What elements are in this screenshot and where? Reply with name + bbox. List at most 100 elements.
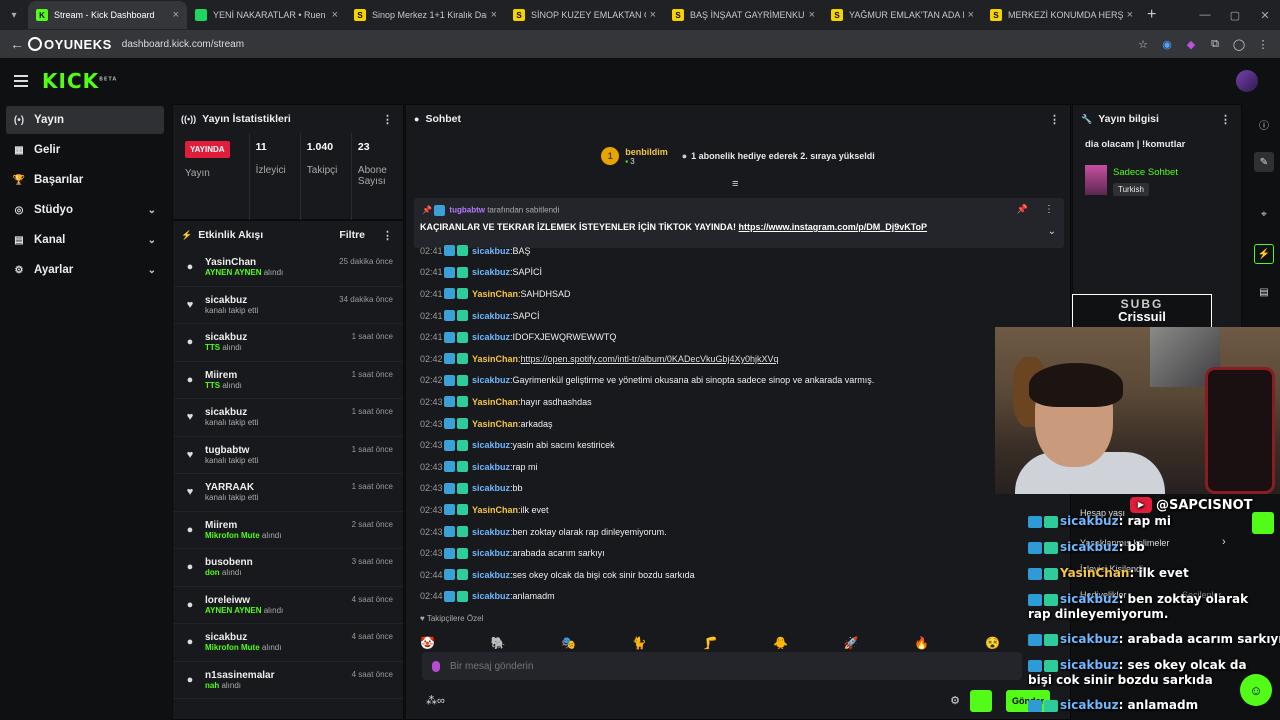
feed-username[interactable]: Miirem (205, 520, 281, 531)
sidebar-item-0[interactable]: (•) Yayın (6, 106, 164, 134)
more-options-icon[interactable]: ⋮ (1220, 113, 1231, 126)
chevron-down-icon[interactable]: ⌄ (148, 205, 156, 216)
message-username[interactable]: YasinChan (472, 289, 518, 299)
feed-username[interactable]: Miirem (205, 370, 242, 381)
top-gifter-name[interactable]: benbildim (625, 147, 668, 157)
browser-tab[interactable]: S SİNOP KUZEY EMLAKTAN GELİ × (505, 1, 664, 29)
message-username[interactable]: sicakbuz (472, 570, 510, 580)
emote-icon[interactable]: 🐈 (632, 636, 647, 650)
feed-username[interactable]: sicakbuz (205, 295, 258, 306)
extensions-puzzle-icon[interactable]: ⧉ (1208, 37, 1222, 51)
emote-icon[interactable]: 🎭 (561, 636, 576, 650)
browser-tab[interactable]: S MERKEZİ KONUMDA HERŞEY D × (982, 1, 1141, 29)
info-icon[interactable]: ⓘ (1254, 114, 1274, 134)
new-tab-button[interactable]: + (1147, 6, 1156, 24)
tab-close-icon[interactable]: × (1127, 9, 1133, 21)
settings-icon[interactable]: ⚙ (950, 694, 960, 707)
emote-icon[interactable]: 🐥 (773, 636, 788, 650)
extension-icon[interactable]: ◆ (1184, 37, 1198, 51)
list-icon[interactable]: ▤ (1254, 282, 1274, 302)
feed-username[interactable]: sicakbuz (205, 332, 247, 343)
mic-icon[interactable] (432, 660, 440, 672)
sidebar-item-3[interactable]: ◎ Stüdyo ⌄ (6, 196, 164, 224)
message-username[interactable]: sicakbuz (472, 267, 510, 277)
tab-close-icon[interactable]: × (491, 9, 497, 21)
chevron-down-icon[interactable]: ⌄ (148, 235, 156, 246)
message-username[interactable]: sicakbuz (472, 332, 510, 342)
browser-tab[interactable]: K Stream - Kick Dashboard × (28, 1, 187, 29)
crosshair-icon[interactable]: ⌖ (1254, 204, 1274, 224)
menu-icon[interactable] (14, 75, 28, 87)
url-field[interactable]: dashboard.kick.com/stream (122, 39, 244, 50)
sidebar-item-1[interactable]: ▦ Gelir (6, 136, 164, 164)
kick-logo[interactable]: KICKBETA (42, 69, 117, 93)
pinned-link[interactable]: https://www.instagram.com/p/DM_Dj9vKToP (739, 222, 928, 232)
message-username[interactable]: sicakbuz (472, 483, 510, 493)
tab-close-icon[interactable]: × (332, 9, 338, 21)
chevron-down-icon[interactable]: ⌄ (1048, 226, 1056, 237)
browser-tab[interactable]: YENİ NAKARATLAR • Ruen Kain × (187, 1, 346, 29)
tab-close-icon[interactable]: × (650, 9, 656, 21)
message-username[interactable]: YasinChan (472, 397, 518, 407)
tab-close-icon[interactable]: × (809, 9, 815, 21)
lightning-icon[interactable]: ⚡ (1254, 244, 1274, 264)
profile-icon[interactable]: ◯ (1232, 37, 1246, 51)
bookmark-star-icon[interactable]: ☆ (1136, 37, 1150, 51)
collapse-icon[interactable]: ≡ (732, 178, 738, 190)
browser-tab[interactable]: S YAĞMUR EMLAK'TAN ADA MA × (823, 1, 982, 29)
edit-icon[interactable]: ✎ (1254, 152, 1274, 172)
message-username[interactable]: sicakbuz (472, 548, 510, 558)
feed-username[interactable]: YasinChan (205, 257, 283, 268)
emote-icon[interactable]: 🐘 (491, 636, 506, 650)
message-text[interactable]: https://open.spotify.com/intl-tr/album/0… (521, 354, 779, 364)
emote-icon[interactable]: 🦵 (703, 636, 718, 650)
emote-icon[interactable]: 🚀 (844, 636, 859, 650)
chevron-down-icon[interactable]: ⌄ (148, 265, 156, 276)
message-username[interactable]: YasinChan (472, 505, 518, 515)
feed-username[interactable]: YARRAAK (205, 482, 258, 493)
feed-username[interactable]: loreleiww (205, 595, 283, 606)
category-name[interactable]: Sadece Sohbet (1113, 167, 1178, 178)
extension-icon[interactable]: ◉ (1160, 37, 1174, 51)
pinned-by-user[interactable]: tugbabtw (449, 206, 485, 215)
filter-button[interactable]: Filtre (339, 229, 365, 241)
message-username[interactable]: sicakbuz (472, 311, 510, 321)
feed-username[interactable]: busobenn (205, 557, 253, 568)
minimize-icon[interactable]: — (1190, 9, 1220, 21)
browser-menu-icon[interactable]: ⋮ (1256, 37, 1270, 51)
message-username[interactable]: YasinChan (472, 419, 518, 429)
maximize-icon[interactable]: ▢ (1220, 9, 1250, 22)
tab-close-icon[interactable]: × (968, 9, 974, 21)
message-username[interactable]: sicakbuz (472, 246, 510, 256)
more-options-icon[interactable]: ⋮ (1044, 204, 1054, 215)
message-username[interactable]: sicakbuz (472, 462, 510, 472)
message-username[interactable]: sicakbuz (472, 440, 510, 450)
chat-input[interactable] (450, 660, 950, 672)
message-username[interactable]: sicakbuz (472, 375, 510, 385)
emote-picker-icon[interactable] (970, 690, 992, 712)
more-options-icon[interactable]: ⋮ (382, 113, 393, 126)
back-icon[interactable]: ← (10, 36, 24, 52)
tab-close-icon[interactable]: × (173, 9, 179, 21)
emote-icon[interactable]: 🤡 (420, 636, 435, 650)
sidebar-item-2[interactable]: 🏆 Başarılar (6, 166, 164, 194)
more-options-icon[interactable]: ⋮ (382, 229, 393, 242)
browser-tab[interactable]: S Sinop Merkez 1+1 Kiralık Daire × (346, 1, 505, 29)
emote-icon[interactable]: 🔥 (914, 636, 929, 650)
feed-username[interactable]: n1sasinemalar (205, 670, 275, 681)
sidebar-item-4[interactable]: ▤ Kanal ⌄ (6, 226, 164, 254)
sidebar-item-5[interactable]: ⚙ Ayarlar ⌄ (6, 256, 164, 284)
message-username[interactable]: sicakbuz (472, 591, 510, 601)
browser-tab[interactable]: S BAŞ İNŞAAT GAYRİMENKUL'DE × (664, 1, 823, 29)
points-icon[interactable]: ⁂∞ (426, 694, 445, 707)
user-avatar[interactable] (1236, 70, 1258, 92)
emote-icon[interactable]: 😵 (985, 636, 1000, 650)
feed-username[interactable]: sicakbuz (205, 407, 258, 418)
message-username[interactable]: sicakbuz (472, 527, 510, 537)
more-options-icon[interactable]: ⋮ (1049, 113, 1060, 126)
close-window-icon[interactable]: ✕ (1250, 9, 1280, 22)
feed-username[interactable]: sicakbuz (205, 632, 281, 643)
message-username[interactable]: YasinChan (472, 354, 518, 364)
support-chat-button[interactable]: ☺ (1240, 674, 1272, 706)
pin-icon[interactable]: 📌 (1017, 204, 1028, 215)
